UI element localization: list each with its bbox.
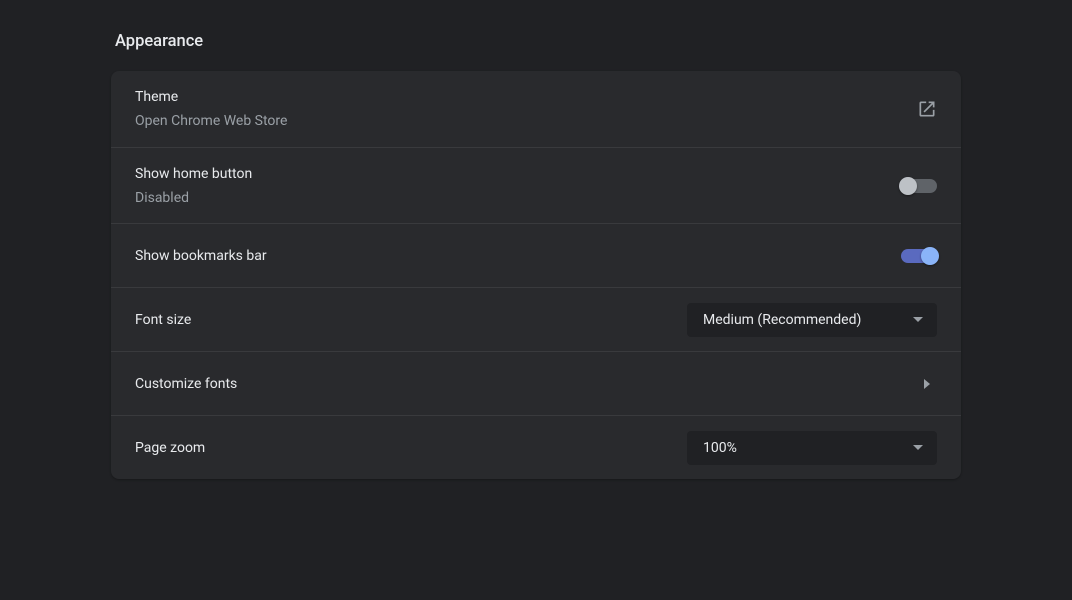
open-external-icon — [917, 99, 937, 119]
page-zoom-row: Page zoom 100% — [111, 415, 961, 479]
settings-card: Theme Open Chrome Web Store Show home bu… — [111, 71, 961, 479]
font-size-row: Font size Medium (Recommended) — [111, 287, 961, 351]
caret-down-icon — [913, 445, 923, 450]
page-zoom-select[interactable]: 100% — [687, 431, 937, 465]
customize-fonts-title: Customize fonts — [135, 374, 237, 394]
theme-subtitle: Open Chrome Web Store — [135, 111, 287, 131]
caret-down-icon — [913, 317, 923, 322]
customize-fonts-row[interactable]: Customize fonts — [111, 351, 961, 415]
font-size-value: Medium (Recommended) — [703, 312, 861, 328]
home-button-row: Show home button Disabled — [111, 147, 961, 223]
home-button-subtitle: Disabled — [135, 188, 252, 208]
page-zoom-title: Page zoom — [135, 438, 205, 458]
appearance-section: Appearance Theme Open Chrome Web Store S… — [111, 32, 961, 479]
bookmarks-bar-title: Show bookmarks bar — [135, 246, 267, 266]
font-size-select[interactable]: Medium (Recommended) — [687, 303, 937, 337]
section-title: Appearance — [115, 32, 961, 51]
theme-row[interactable]: Theme Open Chrome Web Store — [111, 71, 961, 147]
font-size-title: Font size — [135, 310, 191, 330]
bookmarks-bar-toggle[interactable] — [901, 249, 937, 263]
page-zoom-value: 100% — [703, 440, 737, 456]
bookmarks-bar-row: Show bookmarks bar — [111, 223, 961, 287]
theme-title: Theme — [135, 87, 287, 107]
home-button-toggle[interactable] — [901, 179, 937, 193]
home-button-title: Show home button — [135, 164, 252, 184]
chevron-right-icon — [917, 374, 937, 394]
